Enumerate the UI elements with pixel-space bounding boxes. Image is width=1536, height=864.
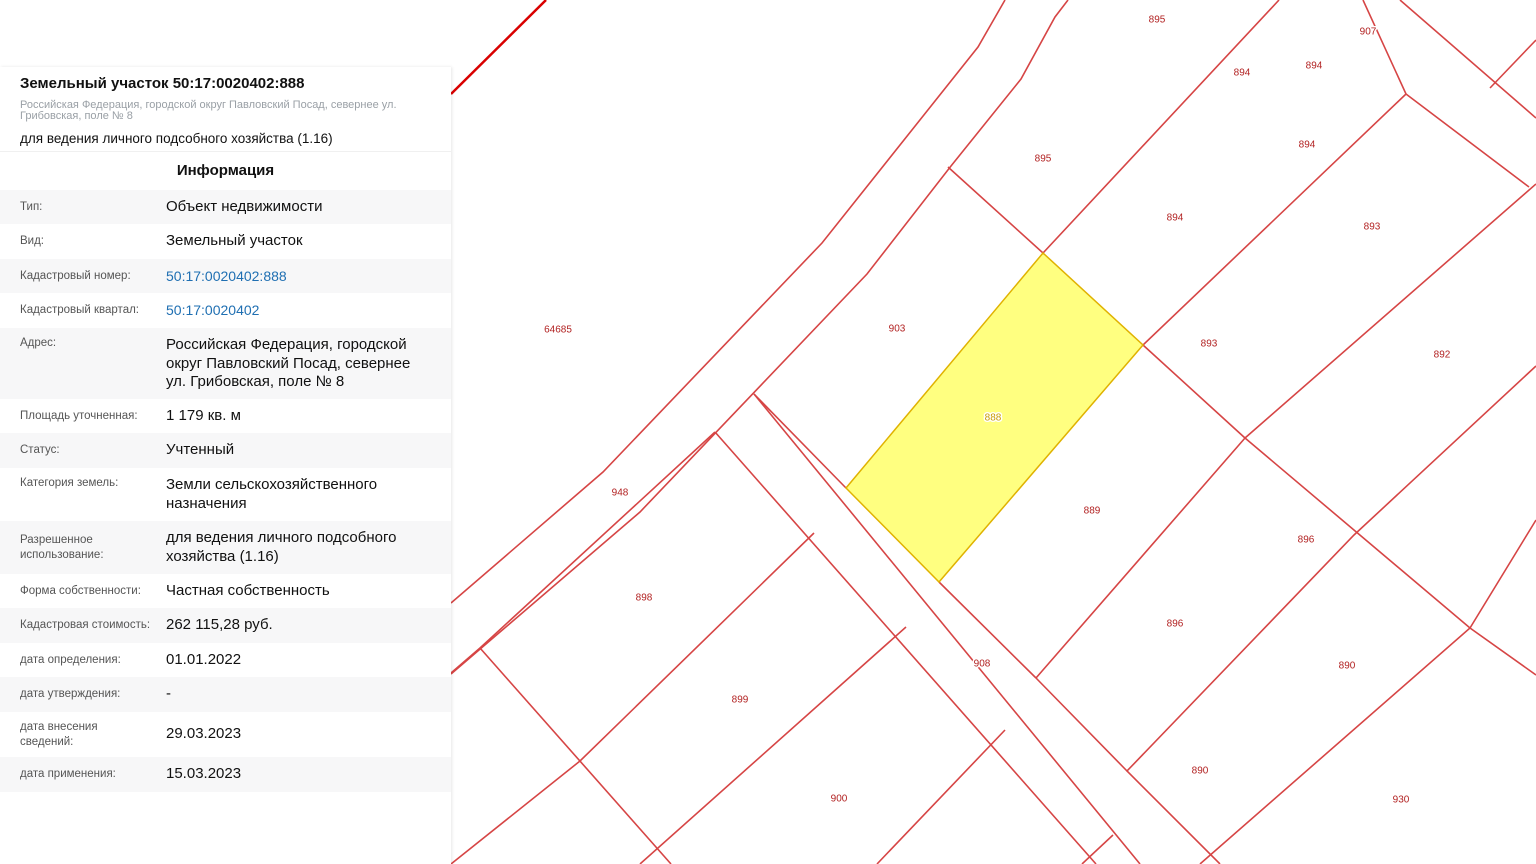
info-value: 01.01.2022 (166, 650, 242, 668)
info-value: Учтенный (166, 441, 235, 459)
info-row-date-applied: дата применения: 15.03.2023 (0, 757, 451, 792)
parcel-label: 64685 (544, 325, 572, 336)
info-row-date-entered: дата внесения сведений: 29.03.2023 (0, 712, 451, 757)
info-value: для ведения личного подсобного хозяйства… (166, 529, 397, 565)
cadastral-quarter-link[interactable]: 50:17:0020402 (166, 301, 259, 320)
parcel-address-short: Российская Федерация, городской округ Па… (20, 99, 397, 122)
info-label: дата внесения сведений: (20, 720, 98, 748)
parcel-label: 895 (1149, 15, 1166, 26)
info-row-permitted-use: Разрешенное использование: для ведения л… (0, 521, 451, 574)
info-value: Земельный участок (166, 232, 303, 250)
parcel-label: 894 (1306, 61, 1323, 72)
info-row-date-determined: дата определения: 01.01.2022 (0, 643, 451, 677)
info-label: Вид: (20, 235, 44, 247)
district-boundary-line (450, 0, 547, 95)
info-value: Объект недвижимости (166, 197, 323, 215)
info-label: Разрешенное использование: (20, 533, 104, 561)
info-value: Земли сельскохозяйственного назначения (166, 476, 378, 512)
info-label: Кадастровый квартал: (20, 304, 139, 316)
info-label: Адрес: (20, 337, 57, 349)
cadastral-number-link[interactable]: 50:17:0020402:888 (166, 267, 287, 286)
info-label: дата определения: (20, 653, 121, 666)
parcel-label: 899 (732, 695, 749, 706)
parcel-label: 896 (1167, 619, 1184, 630)
parcel-label: 895 (1035, 154, 1052, 165)
info-row-cadastral-number: Кадастровый номер: 50:17:0020402:888 (0, 259, 451, 293)
info-row-area: Площадь уточненная: 1 179 кв. м (0, 399, 451, 433)
parcel-label: 930 (1393, 795, 1410, 806)
info-label: дата утверждения: (20, 688, 121, 700)
parcel-label: 893 (1201, 339, 1218, 350)
info-row-date-approved: дата утверждения: - (0, 677, 451, 712)
info-value: 1 179 кв. м (166, 406, 241, 424)
info-value: 262 115,28 руб. (166, 616, 273, 634)
parcel-purpose: для ведения личного подсобного хозяйства… (20, 131, 333, 146)
info-label: Форма собственности: (20, 584, 141, 597)
info-panel: Земельный участок 50:17:0020402:888 Росс… (0, 67, 451, 864)
info-row-address: Адрес: Российская Федерация, городской о… (0, 328, 451, 399)
info-value: Российская Федерация, городской округ Па… (166, 336, 411, 390)
info-row-cadastral-quarter: Кадастровый квартал: 50:17:0020402 (0, 293, 451, 328)
info-label: дата применения: (20, 768, 116, 780)
parcel-label: 894 (1167, 213, 1184, 224)
info-row-status: Статус: Учтенный (0, 433, 451, 468)
info-row-cadastral-value: Кадастровая стоимость: 262 115,28 руб. (0, 608, 451, 643)
info-label: Кадастровый номер: (20, 269, 131, 282)
info-row-type: Тип: Объект недвижимости (0, 190, 451, 224)
info-row-land-category: Категория земель: Земли сельскохозяйстве… (0, 468, 451, 521)
info-value: - (166, 685, 171, 703)
info-value: 29.03.2023 (166, 725, 242, 743)
info-label: Кадастровая стоимость: (20, 619, 151, 631)
info-row-kind: Вид: Земельный участок (0, 224, 451, 259)
parcel-label: 893 (1364, 222, 1381, 233)
panel-header: Земельный участок 50:17:0020402:888 Росс… (0, 67, 451, 151)
parcel-label: 907 (1360, 27, 1377, 38)
parcel-label: 890 (1339, 661, 1356, 672)
parcel-label: 898 (636, 593, 653, 604)
info-value: Частная собственность (166, 581, 330, 599)
parcel-label: 908 (974, 659, 991, 670)
parcel-label: 948 (612, 488, 629, 499)
parcel-label-selected: 888 (985, 413, 1002, 424)
parcel-label: 892 (1434, 350, 1451, 361)
parcel-label: 894 (1234, 68, 1251, 79)
parcel-label: 894 (1299, 140, 1316, 151)
info-row-ownership: Форма собственности: Частная собственнос… (0, 574, 451, 608)
info-label: Категория земель: (20, 477, 119, 489)
parcel-label: 896 (1298, 535, 1315, 546)
info-label: Статус: (20, 444, 60, 456)
parcel-label: 889 (1084, 506, 1101, 517)
info-label: Тип: (20, 200, 43, 213)
parcel-label: 890 (1192, 766, 1209, 777)
info-label: Площадь уточненная: (20, 409, 138, 422)
info-value: 15.03.2023 (166, 765, 242, 783)
parcel-label: 900 (831, 794, 848, 805)
parcel-label: 903 (889, 324, 906, 335)
section-title-info: Информация (0, 151, 451, 190)
parcel-title: Земельный участок 50:17:0020402:888 (20, 75, 305, 92)
